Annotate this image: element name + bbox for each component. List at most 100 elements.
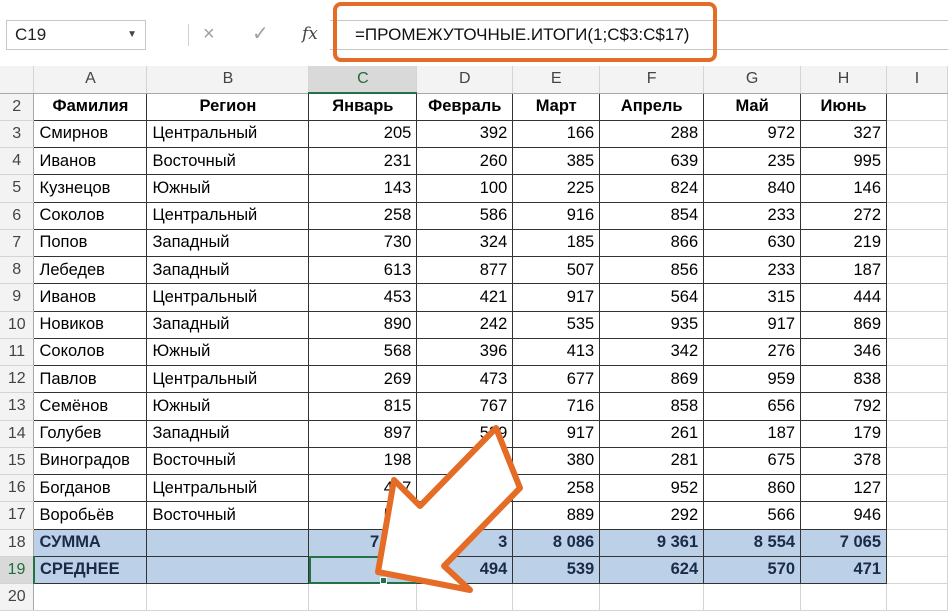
grid-cell[interactable]: 261	[599, 419, 705, 448]
grid-cell[interactable]: Центральный	[146, 364, 310, 394]
grid-cell[interactable]	[886, 365, 948, 394]
column-title-cell[interactable]: Январь	[308, 92, 418, 121]
grid-cell[interactable]: 8 554	[703, 528, 802, 557]
grid-cell[interactable]	[886, 556, 948, 585]
select-all-corner[interactable]	[0, 66, 35, 94]
grid-cell[interactable]: Восточный	[146, 446, 310, 476]
grid-cell[interactable]: 917	[512, 283, 601, 312]
grid-cell[interactable]: 269	[308, 364, 418, 394]
grid-cell[interactable]: Смирнов	[33, 119, 148, 149]
grid-cell[interactable]: 815	[308, 392, 418, 421]
grid-cell[interactable]: 324	[416, 228, 514, 258]
grid-cell[interactable]: 342	[599, 337, 705, 367]
grid-cell[interactable]: Семёнов	[33, 392, 148, 421]
row-header[interactable]: 12	[0, 365, 35, 394]
row-header[interactable]: 18	[0, 529, 35, 557]
grid-cell[interactable]	[146, 555, 310, 585]
row-header[interactable]: 9	[0, 283, 35, 312]
grid-cell[interactable]: 219	[800, 228, 888, 258]
grid-cell[interactable]: 917	[703, 310, 802, 339]
grid-cell[interactable]: 854	[599, 201, 705, 230]
row-header[interactable]: 19	[0, 556, 35, 585]
grid-cell[interactable]	[33, 583, 148, 612]
grid-cell[interactable]: Южный	[146, 392, 310, 421]
grid-cell[interactable]: 613	[308, 255, 418, 285]
grid-cell[interactable]	[886, 229, 948, 258]
grid-cell[interactable]: Голубев	[33, 419, 148, 448]
grid-cell[interactable]: 946	[800, 501, 888, 530]
grid-cell[interactable]: 233	[703, 201, 802, 230]
grid-cell[interactable]: 586	[416, 201, 514, 230]
grid-cell[interactable]	[886, 311, 948, 339]
grid-cell[interactable]: 917	[512, 419, 601, 448]
row-header[interactable]: 7	[0, 229, 35, 258]
grid-cell[interactable]: 392	[416, 119, 514, 149]
column-header[interactable]: A	[33, 66, 148, 94]
grid-cell[interactable]: Виноградов	[33, 446, 148, 476]
grid-cell[interactable]	[146, 583, 310, 612]
grid-cell[interactable]: 568	[308, 337, 418, 367]
grid-cell[interactable]: 242	[416, 310, 514, 339]
grid-cell[interactable]: 473	[416, 364, 514, 394]
grid-cell[interactable]: 856	[599, 255, 705, 285]
grid-cell[interactable]: Восточный	[146, 146, 310, 176]
grid-cell[interactable]: 3	[416, 528, 514, 557]
grid-cell[interactable]: 889	[512, 501, 601, 530]
grid-cell[interactable]: 730	[308, 228, 418, 258]
grid-cell[interactable]: 233	[703, 255, 802, 285]
grid-cell[interactable]: 9 361	[599, 528, 705, 557]
grid-cell[interactable]: 327	[800, 119, 888, 149]
grid-cell[interactable]: 258	[512, 473, 601, 503]
grid-cell[interactable]: 421	[416, 283, 514, 312]
grid-cell[interactable]: 444	[800, 283, 888, 312]
grid-cell[interactable]: 995	[800, 146, 888, 176]
row-header[interactable]: 3	[0, 120, 35, 149]
grid-cell[interactable]: 258	[308, 201, 418, 230]
grid-cell[interactable]: Центральный	[146, 201, 310, 230]
grid-cell[interactable]: 40	[416, 473, 514, 503]
grid-cell[interactable]	[886, 338, 948, 367]
grid-cell[interactable]: 677	[512, 364, 601, 394]
column-header[interactable]: G	[703, 66, 802, 94]
grid-cell[interactable]: Южный	[146, 174, 310, 203]
row-header[interactable]: 11	[0, 338, 35, 367]
grid-cell[interactable]	[416, 583, 514, 612]
grid-cell[interactable]	[512, 583, 601, 612]
grid-cell[interactable]	[703, 583, 802, 612]
grid-cell[interactable]	[886, 93, 948, 121]
grid-cell[interactable]: Западный	[146, 255, 310, 285]
grid-cell[interactable]: 890	[308, 310, 418, 339]
grid-cell[interactable]: Кузнецов	[33, 174, 148, 203]
grid-cell[interactable]: Центральный	[146, 473, 310, 503]
grid-cell[interactable]	[886, 474, 948, 503]
grid-cell[interactable]	[886, 120, 948, 149]
grid-cell[interactable]: 471	[800, 555, 888, 585]
grid-cell[interactable]: Новиков	[33, 310, 148, 339]
grid-cell[interactable]: 272	[800, 201, 888, 230]
grid-cell[interactable]: Соколов	[33, 201, 148, 230]
grid-cell[interactable]: 959	[703, 364, 802, 394]
grid-cell[interactable]: 187	[800, 255, 888, 285]
row-header[interactable]: 8	[0, 256, 35, 285]
chevron-down-icon[interactable]: ▼	[127, 21, 137, 49]
grid-cell[interactable]: Попов	[33, 228, 148, 258]
grid-cell[interactable]: 225	[512, 174, 601, 203]
grid-cell[interactable]: 952	[599, 473, 705, 503]
grid-cell[interactable]	[886, 202, 948, 230]
grid-cell[interactable]: 7 065	[800, 528, 888, 557]
grid-cell[interactable]: Центральный	[146, 119, 310, 149]
grid-cell[interactable]	[886, 392, 948, 421]
grid-cell[interactable]: 7 277	[308, 528, 418, 557]
enter-icon[interactable]: ✓	[252, 22, 269, 46]
grid-cell[interactable]: 507	[512, 255, 601, 285]
column-title-cell[interactable]: Июнь	[800, 92, 888, 121]
grid-cell[interactable]: 897	[308, 419, 418, 448]
grid-cell[interactable]: Западный	[146, 228, 310, 258]
name-box[interactable]: C19 ▼	[6, 20, 146, 50]
grid-cell[interactable]: 624	[599, 555, 705, 585]
grid-cell[interactable]: 385	[512, 146, 601, 176]
grid-cell[interactable]	[886, 174, 948, 203]
grid-cell[interactable]: Западный	[146, 419, 310, 448]
grid-cell[interactable]: 485	[308, 555, 418, 585]
grid-cell[interactable]: 417	[308, 473, 418, 503]
